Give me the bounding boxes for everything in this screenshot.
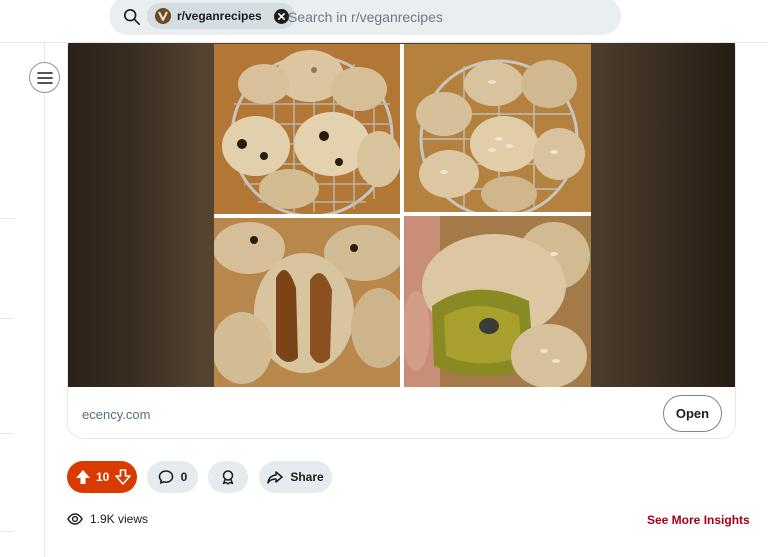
rail-separator [0, 218, 14, 219]
collage-photo-1 [214, 44, 400, 214]
vote-count: 10 [96, 470, 110, 484]
share-label: Share [290, 470, 324, 484]
collage-photo-4 [404, 216, 591, 387]
upvote-icon[interactable] [74, 468, 92, 486]
see-more-insights-link[interactable]: See More Insights [647, 513, 750, 527]
share-icon [267, 471, 284, 484]
clear-icon[interactable] [273, 8, 289, 24]
link-row[interactable]: ecency.com Open [68, 387, 735, 438]
community-chip-label: r/veganrecipes [177, 9, 262, 23]
community-avatar-icon [155, 8, 171, 24]
comment-icon [158, 470, 173, 484]
views-count: 1.9K views [90, 512, 149, 526]
rail-separator [0, 433, 14, 434]
comment-button[interactable]: 0 [147, 461, 198, 493]
menu-icon [36, 71, 53, 84]
award-button[interactable] [208, 461, 248, 493]
rail-separator [0, 318, 14, 319]
link-preview-card[interactable]: ecency.com Open [67, 30, 736, 439]
downvote-icon[interactable] [114, 468, 132, 486]
share-button[interactable]: Share [259, 461, 332, 493]
views-stat: 1.9K views [67, 511, 148, 527]
rail-separator [0, 531, 14, 532]
search-input[interactable]: Search in r/veganrecipes [288, 10, 443, 24]
link-domain[interactable]: ecency.com [82, 407, 150, 422]
search-icon [123, 8, 141, 26]
bun-collage-image [214, 44, 591, 387]
views-icon [67, 513, 83, 525]
collage-photo-3 [214, 218, 400, 387]
open-link-button[interactable]: Open [663, 395, 722, 432]
award-icon [222, 470, 234, 485]
left-rail-divider [0, 43, 45, 557]
top-bar: r/veganrecipes Search in r/veganrecipes [0, 0, 768, 43]
comment-count: 0 [180, 470, 188, 484]
collage-photo-2 [404, 44, 591, 212]
post-media[interactable] [68, 31, 735, 387]
community-filter-chip[interactable]: r/veganrecipes [147, 3, 295, 29]
vote-control: 10 [67, 461, 137, 493]
menu-button[interactable] [29, 62, 60, 93]
